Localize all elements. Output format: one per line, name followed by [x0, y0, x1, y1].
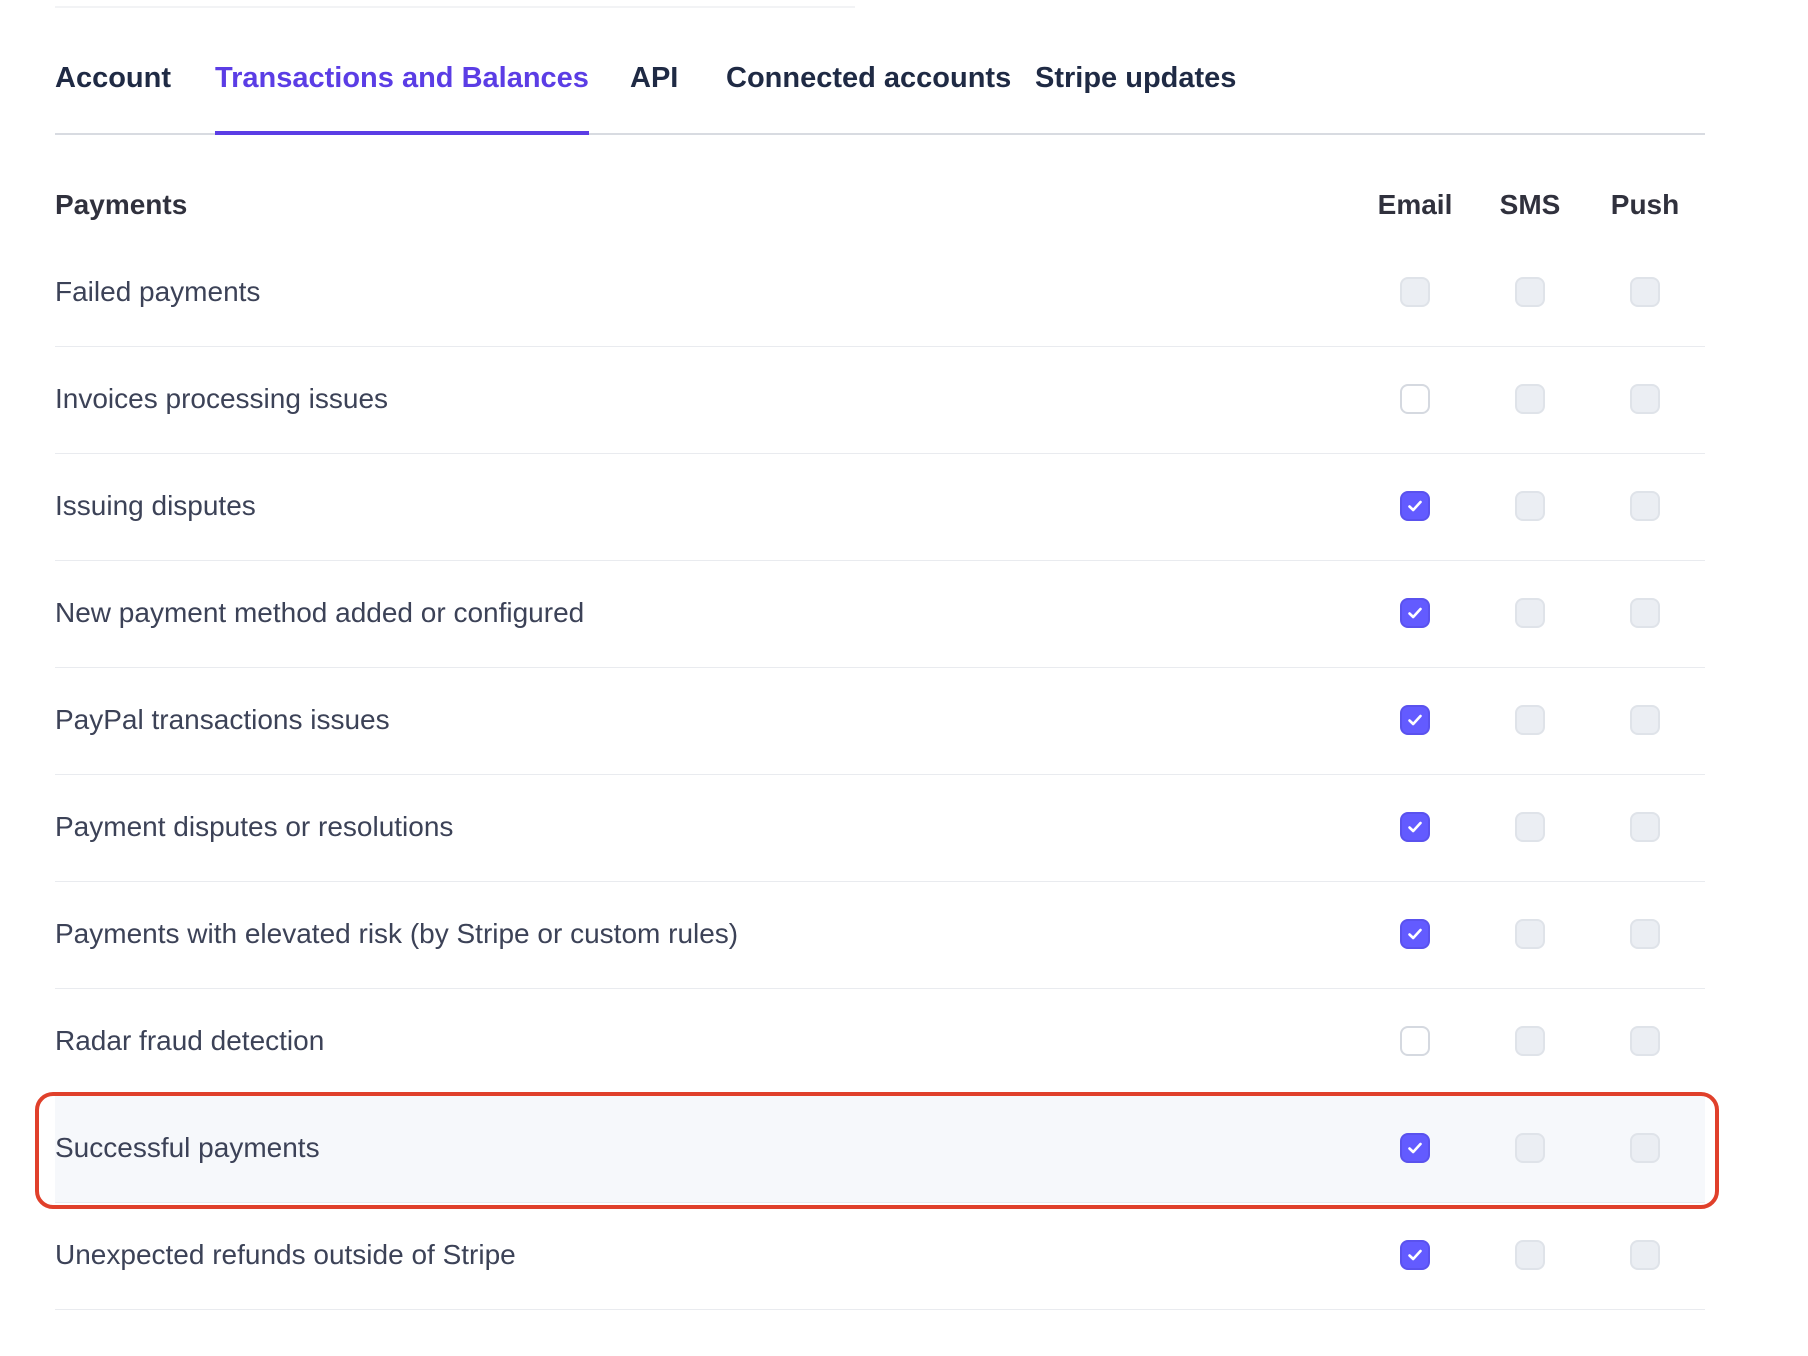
notification-label: Radar fraud detection — [55, 1025, 325, 1056]
sms-checkbox[interactable] — [1515, 705, 1545, 735]
sms-checkbox[interactable] — [1515, 277, 1545, 307]
settings-tabs: Account Transactions and Balances API Co… — [55, 0, 1705, 135]
notification-row: Radar fraud detection — [55, 989, 1705, 1096]
email-checkbox[interactable] — [1400, 812, 1430, 842]
notification-label: Issuing disputes — [55, 490, 256, 521]
notification-row: Failed payments — [55, 240, 1705, 347]
sms-checkbox[interactable] — [1515, 1240, 1545, 1270]
email-checkbox[interactable] — [1400, 277, 1430, 307]
notification-row: Unexpected refunds outside of Stripe — [55, 1203, 1705, 1310]
email-checkbox[interactable] — [1400, 1240, 1430, 1270]
notification-row: Payment disputes or resolutions — [55, 775, 1705, 882]
push-checkbox[interactable] — [1630, 1026, 1660, 1056]
email-checkbox[interactable] — [1400, 384, 1430, 414]
push-checkbox[interactable] — [1630, 1133, 1660, 1163]
email-checkbox[interactable] — [1400, 598, 1430, 628]
notification-label: Payment disputes or resolutions — [55, 811, 454, 842]
tab-connected-accounts[interactable]: Connected accounts — [726, 62, 1011, 135]
column-header-email: Email — [1377, 189, 1453, 220]
notification-row: PayPal transactions issues — [55, 668, 1705, 775]
notification-row: Issuing disputes — [55, 454, 1705, 561]
notification-list: Failed payments Invoices processing issue… — [55, 240, 1705, 1310]
push-checkbox[interactable] — [1630, 598, 1660, 628]
email-checkbox[interactable] — [1400, 491, 1430, 521]
push-checkbox[interactable] — [1630, 277, 1660, 307]
push-checkbox[interactable] — [1630, 919, 1660, 949]
push-checkbox[interactable] — [1630, 491, 1660, 521]
email-checkbox[interactable] — [1400, 1026, 1430, 1056]
sms-checkbox[interactable] — [1515, 384, 1545, 414]
tab-api[interactable]: API — [630, 62, 678, 135]
notification-row: Successful payments — [55, 1096, 1705, 1203]
tab-account[interactable]: Account — [55, 62, 171, 135]
sms-checkbox[interactable] — [1515, 598, 1545, 628]
section-header: Payments Email SMS Push — [55, 185, 1705, 225]
sms-checkbox[interactable] — [1515, 812, 1545, 842]
email-checkbox[interactable] — [1400, 919, 1430, 949]
email-checkbox[interactable] — [1400, 1133, 1430, 1163]
tab-transactions-and-balances[interactable]: Transactions and Balances — [215, 62, 589, 135]
push-checkbox[interactable] — [1630, 812, 1660, 842]
sms-checkbox[interactable] — [1515, 1133, 1545, 1163]
tab-stripe-updates[interactable]: Stripe updates — [1035, 62, 1236, 135]
notification-row: Payments with elevated risk (by Stripe o… — [55, 882, 1705, 989]
column-header-push: Push — [1610, 189, 1680, 220]
push-checkbox[interactable] — [1630, 705, 1660, 735]
section-title: Payments — [55, 189, 188, 220]
notification-label: Payments with elevated risk (by Stripe o… — [55, 918, 739, 949]
column-header-sms: SMS — [1499, 189, 1561, 220]
notification-label: Successful payments — [55, 1132, 320, 1163]
notification-label: Unexpected refunds outside of Stripe — [55, 1239, 516, 1270]
sms-checkbox[interactable] — [1515, 491, 1545, 521]
push-checkbox[interactable] — [1630, 384, 1660, 414]
notification-row: New payment method added or configured — [55, 561, 1705, 668]
notification-label: PayPal transactions issues — [55, 704, 390, 735]
email-checkbox[interactable] — [1400, 705, 1430, 735]
sms-checkbox[interactable] — [1515, 1026, 1545, 1056]
notification-row: Invoices processing issues — [55, 347, 1705, 454]
notification-label: New payment method added or configured — [55, 597, 585, 628]
sms-checkbox[interactable] — [1515, 919, 1545, 949]
notification-label: Invoices processing issues — [55, 383, 389, 414]
notification-label: Failed payments — [55, 276, 261, 307]
push-checkbox[interactable] — [1630, 1240, 1660, 1270]
